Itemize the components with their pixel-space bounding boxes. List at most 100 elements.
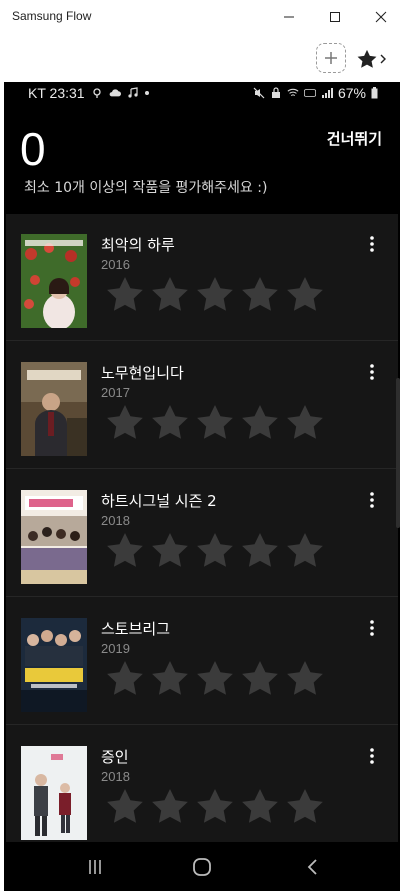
mute-icon <box>253 87 265 99</box>
star-icon[interactable] <box>149 275 191 315</box>
star-rating[interactable] <box>104 787 326 827</box>
chevron-right-icon <box>380 54 386 64</box>
movie-year: 2016 <box>101 257 130 272</box>
star-icon[interactable] <box>149 659 191 699</box>
scrollbar[interactable] <box>396 378 400 528</box>
star-icon[interactable] <box>194 659 236 699</box>
window-titlebar: Samsung Flow <box>0 0 404 34</box>
recent-apps-icon <box>89 860 101 874</box>
movie-title: 하트시그널 시즌 2 <box>101 492 217 510</box>
movie-year: 2019 <box>101 641 130 656</box>
home-icon <box>193 858 211 876</box>
poster-image[interactable] <box>21 618 87 712</box>
poster-image[interactable] <box>21 234 87 328</box>
flow-toolbar <box>0 34 404 82</box>
star-icon[interactable] <box>284 275 326 315</box>
music-icon <box>127 87 138 98</box>
movie-title: 스토브리그 <box>101 620 171 638</box>
poster-image[interactable] <box>21 490 87 584</box>
more-vertical-icon <box>370 492 374 508</box>
star-rating[interactable] <box>104 659 326 699</box>
lock-icon <box>271 87 280 98</box>
minimize-button[interactable] <box>266 0 312 34</box>
more-vertical-icon <box>370 236 374 252</box>
list-item: 증인 2018 <box>6 726 398 853</box>
star-icon[interactable] <box>194 403 236 443</box>
movie-year: 2017 <box>101 385 130 400</box>
hd-icon <box>303 89 316 97</box>
star-rating[interactable] <box>104 403 326 443</box>
star-icon[interactable] <box>194 531 236 571</box>
instruction-text: 최소 10개 이상의 작품을 평가해주세요 :) <box>24 180 268 196</box>
maximize-icon <box>330 12 340 22</box>
star-icon[interactable] <box>149 403 191 443</box>
star-icon[interactable] <box>239 403 281 443</box>
more-options-button[interactable] <box>362 618 382 638</box>
window-title: Samsung Flow <box>12 9 92 23</box>
maximize-button[interactable] <box>312 0 358 34</box>
cloud-icon <box>109 89 121 97</box>
add-button[interactable] <box>316 43 346 73</box>
rating-count: 0 <box>20 123 46 175</box>
star-icon[interactable] <box>104 531 146 571</box>
dot-icon <box>144 91 149 95</box>
star-icon[interactable] <box>284 403 326 443</box>
star-icon[interactable] <box>239 787 281 827</box>
movie-title: 노무현입니다 <box>101 364 184 382</box>
minimize-icon <box>284 16 294 18</box>
back-button[interactable] <box>300 854 326 880</box>
star-rating[interactable] <box>104 531 326 571</box>
home-button[interactable] <box>189 854 215 880</box>
star-icon[interactable] <box>104 659 146 699</box>
plus-icon <box>325 52 337 64</box>
list-item: 노무현입니다 2017 <box>6 342 398 469</box>
movie-year: 2018 <box>101 513 130 528</box>
more-options-button[interactable] <box>362 746 382 766</box>
movie-list: 최악의 하루 2016 노무현입니다 2017 하트시그널 시즌 2 2018 … <box>6 214 398 853</box>
more-vertical-icon <box>370 620 374 636</box>
carrier-time: KT 23:31 <box>28 85 85 101</box>
more-options-button[interactable] <box>362 234 382 254</box>
star-icon[interactable] <box>284 531 326 571</box>
list-item: 스토브리그 2019 <box>6 598 398 725</box>
close-button[interactable] <box>358 0 404 34</box>
poster-image[interactable] <box>21 362 87 456</box>
movie-title: 증인 <box>101 748 129 766</box>
status-bar: KT 23:31 67% <box>4 82 400 106</box>
movie-title: 최악의 하루 <box>101 236 175 254</box>
movie-year: 2018 <box>101 769 130 784</box>
list-item: 최악의 하루 2016 <box>6 214 398 341</box>
signal-icon <box>321 88 333 98</box>
more-options-button[interactable] <box>362 490 382 510</box>
star-icon[interactable] <box>194 275 236 315</box>
phone-screen: KT 23:31 67% 0 건너뛰기 최소 10개 이상의 작품을 평가해주세… <box>4 82 400 891</box>
recent-apps-button[interactable] <box>82 854 108 880</box>
star-icon[interactable] <box>194 787 236 827</box>
star-icon[interactable] <box>149 531 191 571</box>
notification-icon <box>92 88 101 98</box>
poster-image[interactable] <box>21 746 87 840</box>
more-options-button[interactable] <box>362 362 382 382</box>
star-icon[interactable] <box>104 787 146 827</box>
android-navbar <box>4 842 400 891</box>
more-vertical-icon <box>370 364 374 380</box>
battery-percent: 67% <box>337 85 366 101</box>
star-icon[interactable] <box>239 531 281 571</box>
favorites-button[interactable] <box>356 44 396 74</box>
star-icon[interactable] <box>149 787 191 827</box>
star-icon[interactable] <box>104 275 146 315</box>
star-icon[interactable] <box>284 659 326 699</box>
more-vertical-icon <box>370 748 374 764</box>
star-icon[interactable] <box>104 403 146 443</box>
back-icon <box>307 859 317 875</box>
star-icon[interactable] <box>239 275 281 315</box>
skip-button[interactable]: 건너뛰기 <box>327 128 382 149</box>
star-icon[interactable] <box>239 659 281 699</box>
star-rating[interactable] <box>104 275 326 315</box>
close-icon <box>375 11 387 23</box>
list-item: 하트시그널 시즌 2 2018 <box>6 470 398 597</box>
wifi-icon <box>287 88 299 97</box>
star-icon[interactable] <box>284 787 326 827</box>
star-icon <box>357 49 377 68</box>
battery-icon <box>371 87 378 99</box>
